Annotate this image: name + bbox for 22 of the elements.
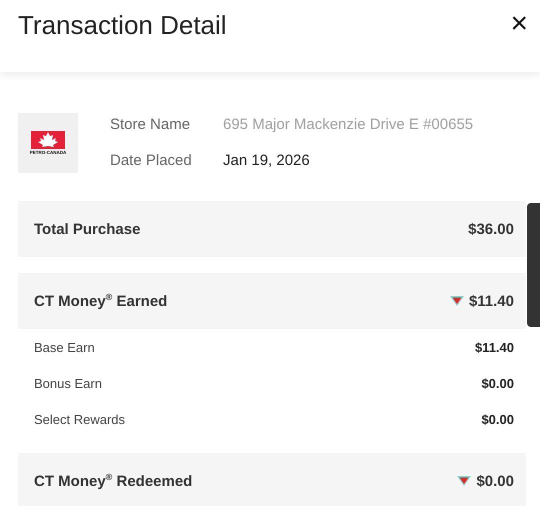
row-label: Base Earn [34,340,95,354]
row-value: $0.00 [476,472,514,490]
row-label: CT Money$^{®}$ Earned [34,292,168,310]
row-value: $11.40 [474,340,514,354]
row-label: Bonus Earn [34,376,102,390]
row-value: $0.00 [481,412,514,426]
triangle-icon [450,296,464,306]
triangle-icon [457,476,472,486]
field-value: Jan 19, 2026 [223,152,311,171]
field-value: 695 Major Mackenzie Drive E #00655 [223,116,474,135]
row-label: Select Rewards [34,412,126,426]
close-button[interactable]: × [506,9,532,39]
row-value: $11.40 [468,292,514,310]
field-label: Store Name [110,116,192,135]
row-value: $36.00 [468,220,514,238]
row-label: CT Money$^{®}$ Redeemed [34,472,192,490]
row-value: $0.00 [481,376,514,390]
field-label: Date Placed [110,152,193,171]
window-title: Transaction Detail [18,10,227,40]
side-tab[interactable] [527,203,540,327]
row-label: Total Purchase [34,220,140,238]
maple-leaf-icon [31,131,65,149]
